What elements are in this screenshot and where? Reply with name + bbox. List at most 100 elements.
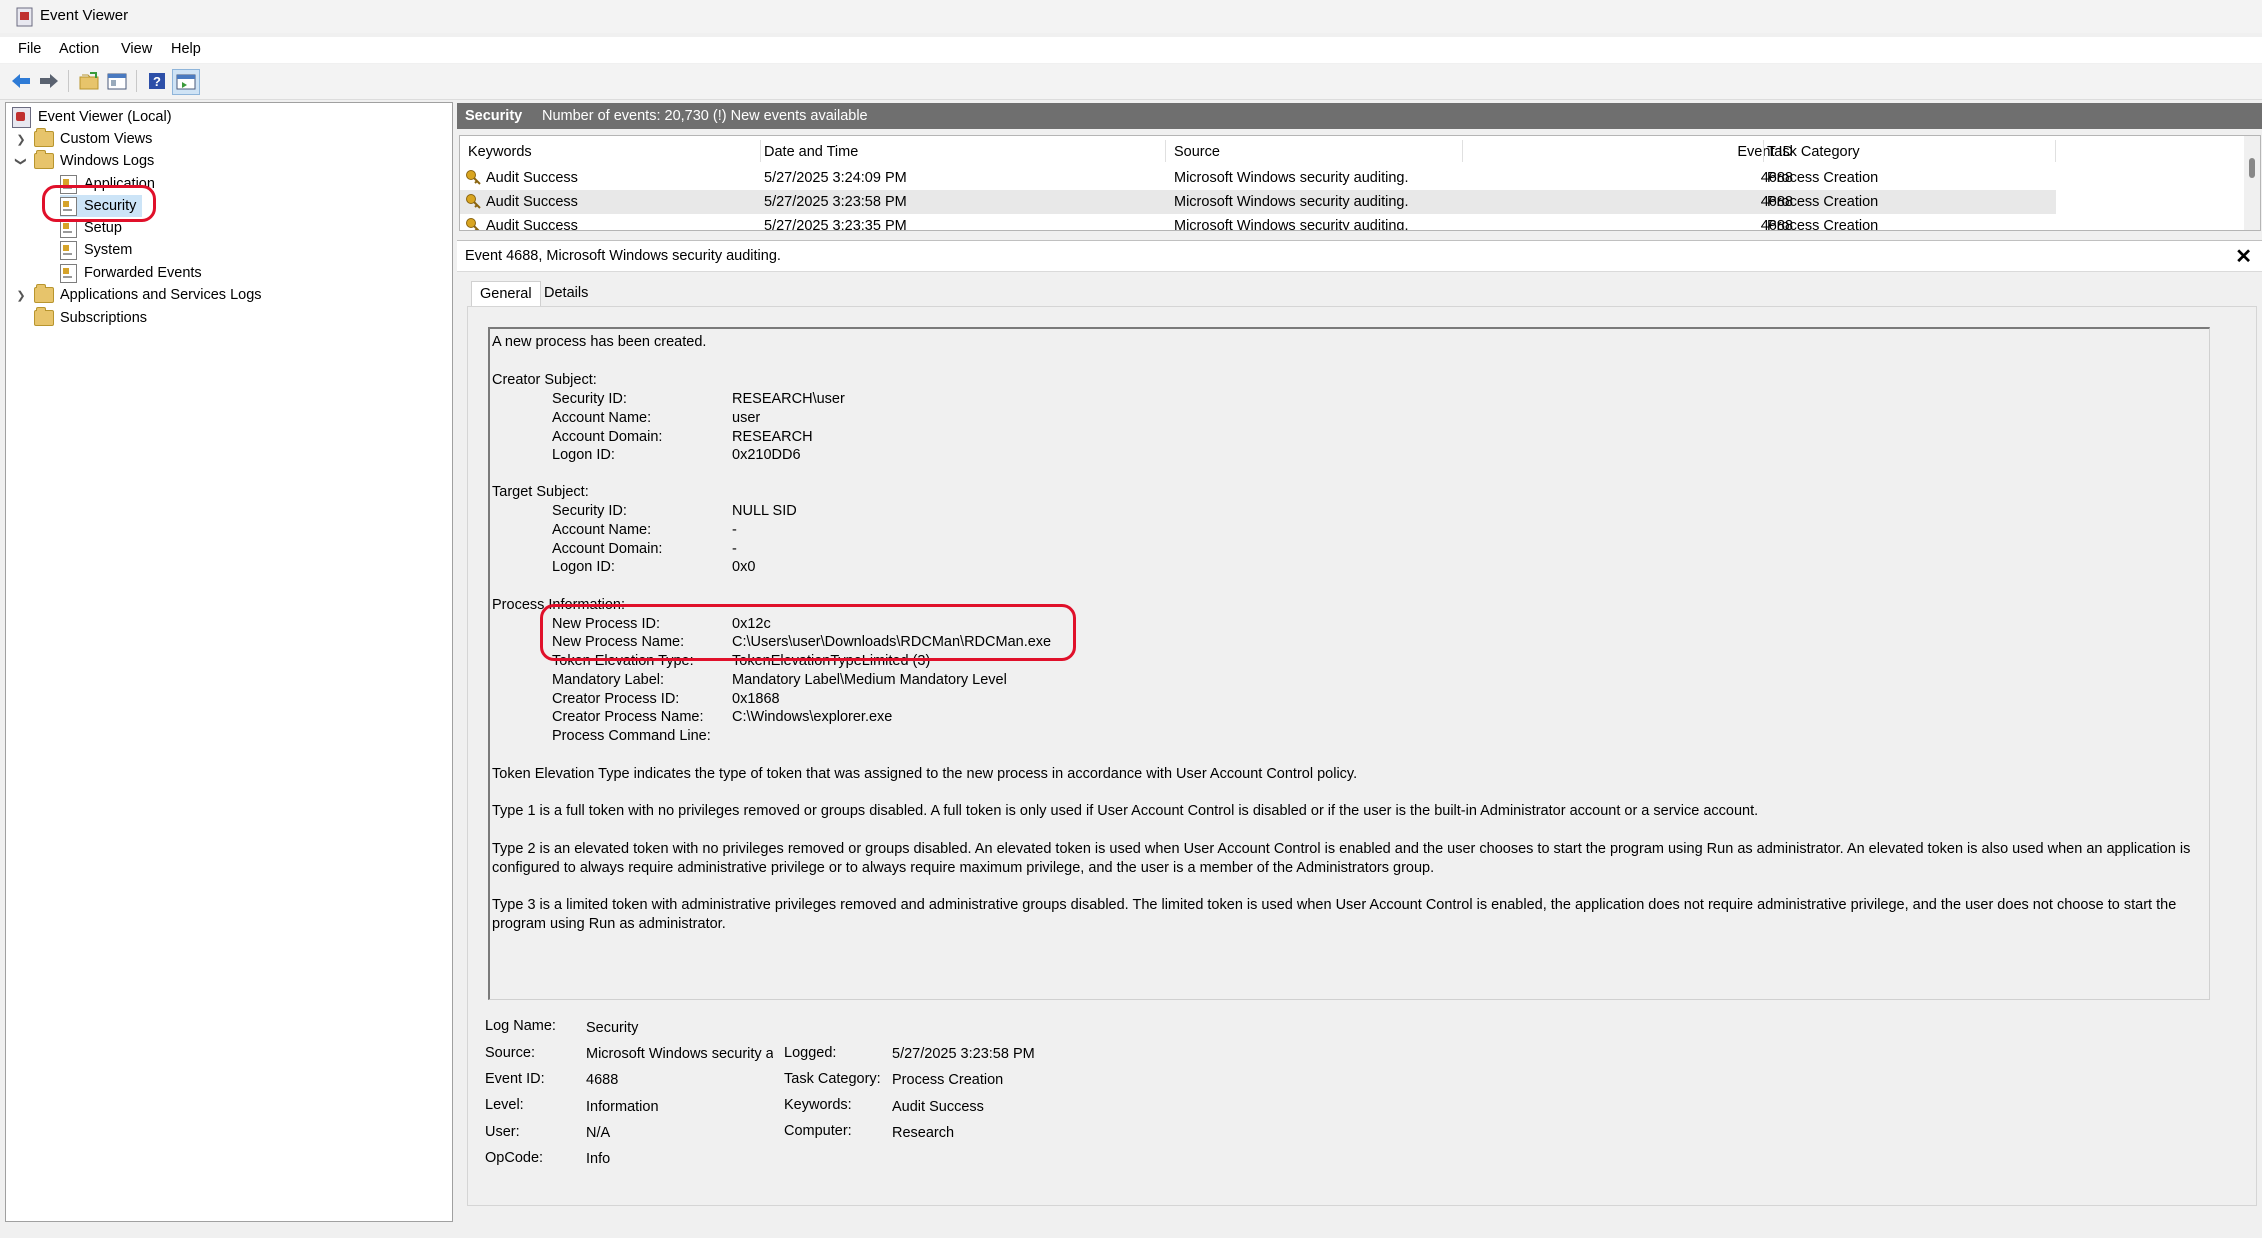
label-log-name: Log Name:: [485, 1018, 556, 1034]
field-value: 0x210DD6: [732, 447, 801, 463]
menu-view[interactable]: View: [121, 41, 152, 57]
tab-general[interactable]: General: [471, 281, 541, 307]
field-label: Security ID:: [552, 391, 627, 407]
value-log-name: Security: [586, 1020, 639, 1036]
table-row[interactable]: Audit Success 5/27/2025 3:23:35 PM Micro…: [460, 214, 2056, 231]
tree-item-custom-views[interactable]: ❯ Custom Views: [14, 128, 152, 150]
scrollbar-thumb[interactable]: [2249, 158, 2255, 178]
tab-details[interactable]: Details: [536, 281, 596, 307]
label-task-category: Task Category:: [784, 1071, 881, 1087]
field-value: -: [732, 522, 737, 538]
cell-source: Microsoft Windows security auditing.: [1174, 170, 1409, 186]
tree-item-system[interactable]: System: [60, 239, 132, 261]
folder-icon: [34, 150, 54, 169]
field-value: RESEARCH: [732, 429, 813, 445]
value-user: N/A: [586, 1125, 611, 1141]
field-value: 0x0: [732, 559, 756, 575]
field-label: Mandatory Label:: [552, 672, 665, 688]
tree-item-forwarded-events[interactable]: Forwarded Events: [60, 262, 202, 284]
label-keywords: Keywords:: [784, 1097, 852, 1113]
message-paragraph: Token Elevation Type indicates the type …: [492, 766, 1358, 782]
column-header-task-category[interactable]: Task Category: [1767, 144, 1860, 160]
column-divider[interactable]: [2055, 140, 2056, 162]
cell-date: 5/27/2025 3:23:35 PM: [764, 218, 907, 231]
tree-label: Forwarded Events: [84, 265, 202, 281]
forward-arrow-icon[interactable]: [36, 69, 62, 93]
column-divider[interactable]: [1165, 140, 1166, 162]
log-icon: [60, 240, 77, 260]
open-folder-icon[interactable]: [76, 69, 102, 93]
tree-item-applications-services-logs[interactable]: ❯ Applications and Services Logs: [14, 284, 262, 306]
cell-date: 5/27/2025 3:23:58 PM: [764, 194, 907, 210]
event-list: Keywords Date and Time Source Event ID T…: [459, 135, 2261, 231]
column-header-date[interactable]: Date and Time: [764, 144, 858, 160]
creator-subject-header: Creator Subject:: [492, 372, 597, 388]
field-label: Account Domain:: [552, 541, 663, 557]
chevron-right-icon[interactable]: ❯: [14, 133, 28, 146]
cell-keywords: Audit Success: [486, 218, 578, 231]
key-icon: [466, 194, 481, 209]
field-label: Logon ID:: [552, 447, 615, 463]
properties-icon[interactable]: [104, 69, 130, 93]
menu-file[interactable]: File: [18, 41, 41, 57]
column-header-keywords[interactable]: Keywords: [468, 144, 532, 160]
tree-label: Custom Views: [60, 131, 153, 147]
menu-action[interactable]: Action: [59, 41, 99, 57]
cell-keywords: Audit Success: [486, 194, 578, 210]
field-label: Account Domain:: [552, 429, 663, 445]
back-arrow-icon[interactable]: [8, 69, 34, 93]
log-name: Security: [465, 108, 523, 124]
toolbar-separator: [136, 70, 137, 92]
message-paragraph: Type 2 is an elevated token with no priv…: [492, 841, 2191, 876]
field-label: Account Name:: [552, 410, 652, 426]
key-icon: [466, 218, 480, 230]
event-count: Number of events: 20,730 (!) New events …: [542, 108, 868, 124]
event-message[interactable]: A new process has been created. Creator …: [488, 327, 2210, 1000]
column-divider[interactable]: [1462, 140, 1463, 162]
cell-source: Microsoft Windows security auditing.: [1174, 218, 1409, 231]
cell-date: 5/27/2025 3:24:09 PM: [764, 170, 907, 186]
chevron-right-icon[interactable]: ❯: [14, 289, 28, 302]
tree-item-subscriptions[interactable]: Subscriptions: [34, 307, 147, 329]
close-icon[interactable]: ✕: [2235, 244, 2252, 269]
tree-label: System: [84, 242, 133, 258]
log-icon: [60, 263, 77, 283]
field-label: Creator Process ID:: [552, 691, 680, 707]
tree-item-windows-logs[interactable]: ❯ Windows Logs: [14, 150, 154, 172]
key-icon: [466, 170, 481, 185]
toolbar: ?: [0, 64, 2262, 100]
field-label: Creator Process Name:: [552, 709, 704, 725]
tree-label: Setup: [84, 220, 122, 236]
target-subject-header: Target Subject:: [492, 484, 589, 500]
table-row[interactable]: Audit Success 5/27/2025 3:24:09 PM Micro…: [460, 166, 2056, 190]
chevron-down-icon[interactable]: ❯: [15, 154, 28, 168]
field-label: Logon ID:: [552, 559, 615, 575]
event-viewer-app-icon: [16, 7, 34, 27]
tree-label: Windows Logs: [60, 153, 155, 169]
field-value: Mandatory Label\Medium Mandatory Level: [732, 672, 1007, 688]
field-value: RESEARCH\user: [732, 391, 845, 407]
cell-keywords: Audit Success: [486, 170, 578, 186]
column-divider[interactable]: [760, 140, 761, 162]
cell-source: Microsoft Windows security auditing.: [1174, 194, 1409, 210]
log-header: Security Number of events: 20,730 (!) Ne…: [457, 103, 2262, 129]
status-bar: [0, 1222, 2262, 1238]
annotation-security-highlight: [42, 185, 156, 222]
value-task-category: Process Creation: [892, 1072, 1004, 1088]
menu-help[interactable]: Help: [171, 41, 201, 57]
value-computer: Research: [892, 1125, 955, 1141]
column-divider[interactable]: [1763, 140, 1764, 162]
event-list-scrollbar[interactable]: [2244, 136, 2260, 230]
toolbar-separator: [68, 70, 69, 92]
value-source: Microsoft Windows security a: [586, 1046, 773, 1062]
value-event-id: 4688: [586, 1072, 619, 1088]
tree-item-event-viewer-local[interactable]: Event Viewer (Local): [12, 106, 172, 128]
help-icon[interactable]: ?: [144, 69, 170, 93]
label-source: Source:: [485, 1045, 535, 1061]
table-row-selected[interactable]: Audit Success 5/27/2025 3:23:58 PM Micro…: [460, 190, 2056, 214]
label-user: User:: [485, 1124, 520, 1140]
show-pane-icon[interactable]: [172, 69, 200, 95]
field-label: Process Command Line:: [552, 728, 711, 744]
field-value: user: [732, 410, 761, 426]
column-header-source[interactable]: Source: [1174, 144, 1220, 160]
